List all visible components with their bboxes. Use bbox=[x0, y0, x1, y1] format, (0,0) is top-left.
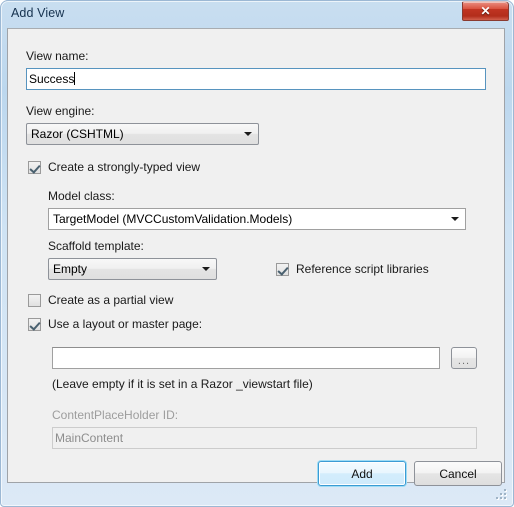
dialog-client-area: View name: Success View engine: Razor (C… bbox=[7, 28, 505, 486]
content-placeholder-label: ContentPlaceHolder ID: bbox=[52, 408, 179, 422]
use-layout-checkbox[interactable]: Use a layout or master page: bbox=[28, 317, 202, 331]
layout-path-input[interactable] bbox=[52, 347, 440, 369]
strongly-typed-view-checkbox[interactable]: Create a strongly-typed view bbox=[28, 160, 200, 174]
browse-layout-button[interactable]: ... bbox=[451, 347, 477, 369]
chevron-down-icon bbox=[244, 132, 252, 136]
content-placeholder-value: MainContent bbox=[55, 431, 124, 445]
cancel-button-label: Cancel bbox=[439, 466, 477, 481]
scaffold-template-combobox[interactable]: Empty bbox=[48, 258, 217, 280]
title-bar[interactable]: Add View ✕ bbox=[0, 0, 514, 30]
checkbox-box-checked bbox=[28, 317, 41, 331]
add-button[interactable]: Add bbox=[318, 461, 406, 486]
text-caret bbox=[74, 72, 76, 85]
add-button-label: Add bbox=[351, 466, 373, 481]
scaffold-template-value: Empty bbox=[53, 262, 88, 276]
resize-grip[interactable] bbox=[495, 488, 508, 501]
view-name-label: View name: bbox=[26, 49, 89, 63]
model-class-label: Model class: bbox=[48, 189, 115, 203]
cancel-button[interactable]: Cancel bbox=[414, 461, 502, 486]
partial-view-checkbox[interactable]: Create as a partial view bbox=[28, 293, 173, 307]
window-title: Add View bbox=[11, 6, 65, 20]
scaffold-template-label: Scaffold template: bbox=[48, 239, 144, 253]
checkbox-box-checked bbox=[276, 262, 289, 276]
strongly-typed-view-label: Create a strongly-typed view bbox=[48, 160, 201, 174]
browse-button-label: ... bbox=[457, 355, 471, 367]
view-name-input[interactable]: Success bbox=[26, 68, 486, 90]
reference-script-libraries-label: Reference script libraries bbox=[296, 262, 429, 276]
close-button[interactable]: ✕ bbox=[462, 1, 509, 21]
reference-script-libraries-checkbox[interactable]: Reference script libraries bbox=[276, 262, 429, 276]
layout-hint-text: (Leave empty if it is set in a Razor _vi… bbox=[52, 377, 313, 391]
view-engine-value: Razor (CSHTML) bbox=[31, 127, 124, 141]
view-engine-label: View engine: bbox=[26, 104, 95, 118]
checkbox-box-unchecked bbox=[28, 293, 41, 307]
use-layout-label: Use a layout or master page: bbox=[48, 317, 203, 331]
model-class-value: TargetModel (MVCCustomValidation.Models) bbox=[53, 212, 293, 226]
checkbox-box-checked bbox=[28, 160, 41, 174]
chevron-down-icon bbox=[451, 217, 459, 221]
partial-view-label: Create as a partial view bbox=[48, 293, 174, 307]
add-view-dialog-window: Add View ✕ View name: Success View engin… bbox=[0, 0, 514, 507]
content-placeholder-input: MainContent bbox=[52, 427, 477, 449]
view-engine-combobox[interactable]: Razor (CSHTML) bbox=[26, 123, 259, 145]
model-class-combobox[interactable]: TargetModel (MVCCustomValidation.Models) bbox=[48, 208, 466, 230]
view-name-value: Success bbox=[29, 72, 75, 86]
close-icon: ✕ bbox=[480, 4, 491, 18]
chevron-down-icon bbox=[202, 267, 210, 271]
